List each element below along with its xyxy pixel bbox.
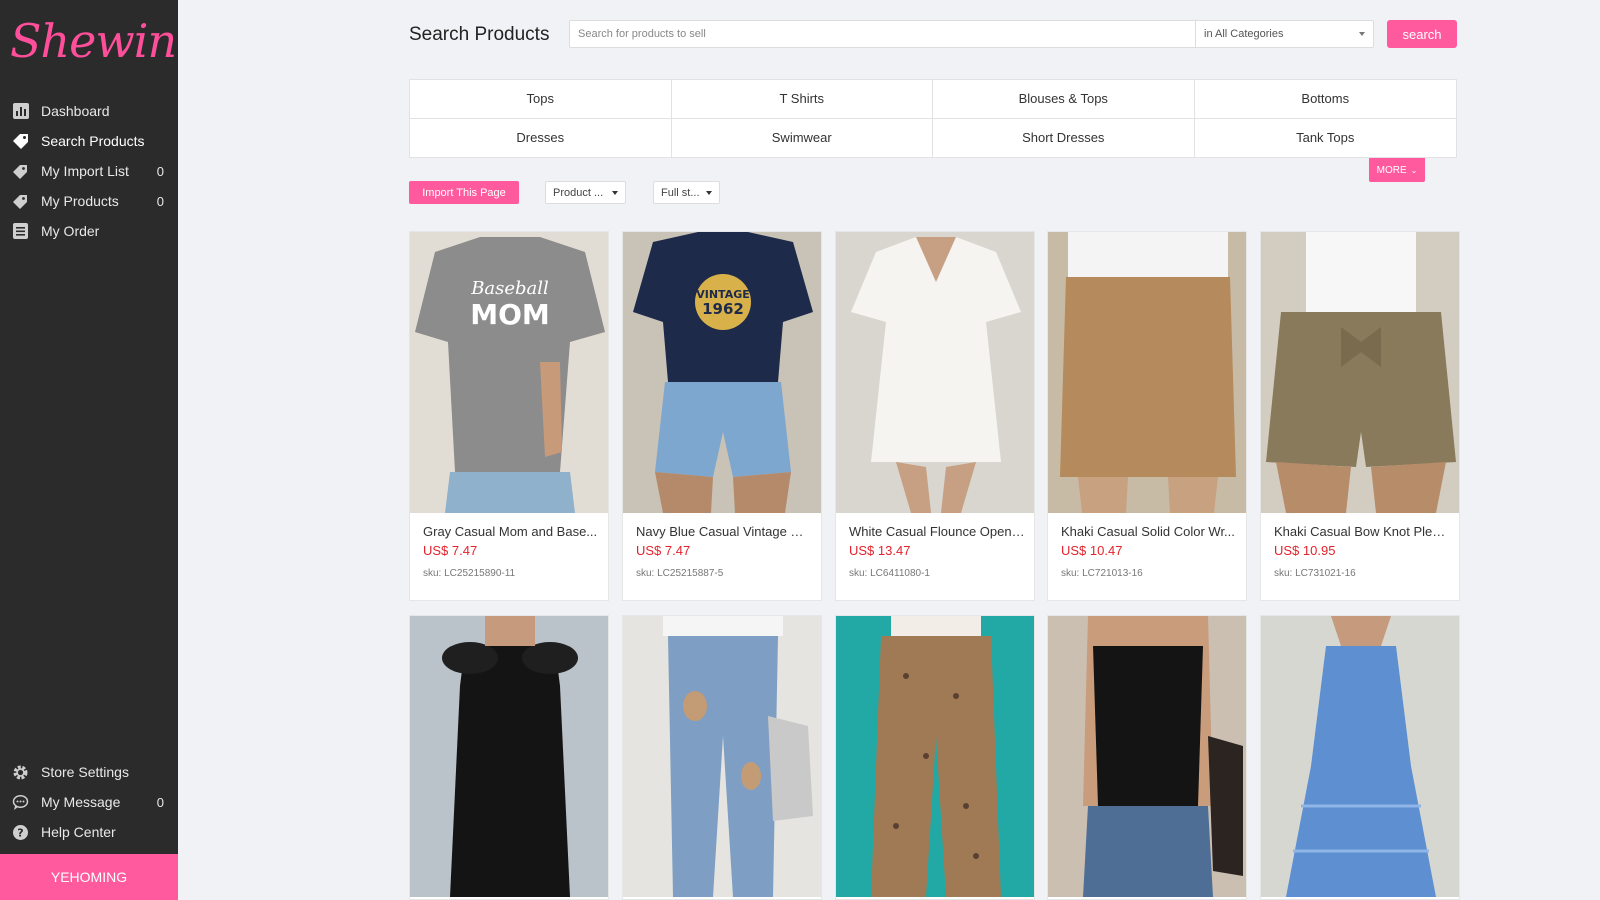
product-card[interactable] [1260, 615, 1460, 900]
category-select[interactable]: in All Categories [1195, 21, 1373, 47]
product-card[interactable] [409, 615, 609, 900]
bar-chart-icon [12, 103, 29, 120]
sidebar-item-my-import-list[interactable]: My Import List 0 [0, 156, 178, 186]
category-swimwear[interactable]: Swimwear [672, 118, 933, 157]
sidebar-item-label: My Order [41, 223, 100, 239]
products-count-badge: 0 [156, 193, 164, 209]
message-count-badge: 0 [156, 794, 164, 810]
sidebar-item-my-products[interactable]: My Products 0 [0, 186, 178, 216]
product-image[interactable] [1048, 232, 1246, 513]
tag-icon [12, 133, 29, 150]
svg-text:Baseball: Baseball [470, 278, 549, 299]
chevron-down-icon [1359, 32, 1365, 36]
category-dresses[interactable]: Dresses [410, 118, 672, 157]
page-title: Search Products [409, 24, 550, 45]
product-price: US$ 7.47 [636, 543, 691, 558]
product-image[interactable] [623, 616, 821, 897]
sidebar-item-label: Search Products [41, 133, 145, 149]
product-sku: sku: LC6411080-1 [849, 568, 930, 579]
search-input[interactable] [570, 21, 1195, 47]
sidebar-item-help-center[interactable]: ? Help Center [0, 817, 178, 847]
svg-text:?: ? [17, 826, 23, 839]
product-price: US$ 13.47 [849, 543, 911, 558]
product-card[interactable] [835, 615, 1035, 900]
product-image[interactable]: VINTAGE 1962 [623, 232, 821, 513]
chevron-down-icon [706, 190, 712, 195]
sidebar-nav: Dashboard Search Products My Import List… [0, 96, 178, 246]
product-sku: sku: LC25215890-11 [423, 568, 516, 579]
svg-text:1962: 1962 [702, 300, 744, 318]
sidebar-item-label: Store Settings [41, 764, 129, 780]
import-count-badge: 0 [156, 163, 164, 179]
sidebar-item-search-products[interactable]: Search Products [0, 126, 178, 156]
stock-select[interactable]: Full st... [653, 181, 720, 204]
category-bottoms[interactable]: Bottoms [1194, 80, 1456, 119]
category-tank-tops[interactable]: Tank Tops [1195, 119, 1457, 158]
product-image[interactable] [836, 232, 1034, 513]
sort-select-value: Product ... [553, 186, 604, 199]
sidebar-item-label: My Import List [41, 163, 129, 179]
product-name[interactable]: Khaki Casual Solid Color Wr... [1061, 524, 1237, 539]
user-account-bar[interactable]: YEHOMING [0, 854, 178, 900]
category-short-dresses[interactable]: Short Dresses [933, 118, 1195, 157]
product-image[interactable] [836, 616, 1034, 897]
product-price: US$ 7.47 [423, 543, 478, 558]
sidebar-item-my-message[interactable]: My Message 0 [0, 787, 178, 817]
sidebar-item-my-order[interactable]: My Order [0, 216, 178, 246]
svg-text:MOM: MOM [470, 298, 550, 331]
more-label: MORE [1376, 164, 1407, 176]
product-card[interactable] [1047, 615, 1247, 900]
chevron-down-icon [612, 190, 618, 195]
product-card[interactable] [622, 615, 822, 900]
product-sku: sku: LC731021-16 [1274, 568, 1356, 579]
chevron-down-icon: ⌄ [1410, 165, 1418, 175]
product-image[interactable]: Baseball MOM [410, 232, 608, 513]
more-categories-button[interactable]: MORE ⌄ [1369, 158, 1425, 182]
sidebar-bottom-nav: Store Settings My Message 0 ? Help Cente… [0, 757, 178, 847]
sort-select[interactable]: Product ... [545, 181, 626, 204]
product-card[interactable]: Baseball MOM Gray Casual Mom and Base...… [409, 231, 609, 601]
product-name[interactable]: Gray Casual Mom and Base... [423, 524, 599, 539]
sidebar: Shewin Dashboard Search Products My Impo… [0, 0, 178, 900]
category-blouses-tops[interactable]: Blouses & Tops [933, 80, 1195, 119]
product-image[interactable] [410, 616, 608, 897]
list-icon [12, 223, 29, 240]
product-image[interactable] [1261, 232, 1459, 513]
product-card[interactable]: White Casual Flounce Open ... US$ 13.47 … [835, 231, 1035, 601]
product-sku: sku: LC721013-16 [1061, 568, 1143, 579]
search-button[interactable]: search [1387, 20, 1457, 48]
category-grid: Tops T Shirts Blouses & Tops Bottoms Dre… [409, 79, 1457, 158]
product-sku: sku: LC25215887-5 [636, 568, 724, 579]
product-name[interactable]: Khaki Casual Bow Knot Pleat... [1274, 524, 1450, 539]
product-price: US$ 10.95 [1274, 543, 1336, 558]
product-name[interactable]: White Casual Flounce Open ... [849, 524, 1025, 539]
sidebar-item-store-settings[interactable]: Store Settings [0, 757, 178, 787]
product-name[interactable]: Navy Blue Casual Vintage Sl... [636, 524, 812, 539]
product-card[interactable]: Khaki Casual Solid Color Wr... US$ 10.47… [1047, 231, 1247, 601]
sidebar-item-label: My Products [41, 193, 119, 209]
sidebar-item-dashboard[interactable]: Dashboard [0, 96, 178, 126]
product-card[interactable]: VINTAGE 1962 Navy Blue Casual Vintage Sl… [622, 231, 822, 601]
help-icon: ? [12, 824, 29, 841]
product-card[interactable]: Khaki Casual Bow Knot Pleat... US$ 10.95… [1260, 231, 1460, 601]
import-page-button[interactable]: Import This Page [409, 181, 519, 204]
category-tops[interactable]: Tops [410, 80, 672, 119]
sidebar-item-label: Dashboard [41, 103, 110, 119]
category-select-value: in All Categories [1204, 28, 1284, 40]
sidebar-item-label: My Message [41, 794, 121, 810]
tags-icon [12, 193, 29, 210]
sidebar-item-label: Help Center [41, 824, 116, 840]
tags-icon [12, 163, 29, 180]
stock-select-value: Full st... [661, 186, 700, 199]
chat-icon [12, 794, 29, 811]
category-t-shirts[interactable]: T Shirts [671, 80, 933, 119]
product-image[interactable] [1261, 616, 1459, 897]
product-image[interactable] [1048, 616, 1246, 897]
gear-icon [12, 764, 29, 781]
shewin-logo[interactable]: Shewin [10, 14, 177, 68]
product-price: US$ 10.47 [1061, 543, 1123, 558]
search-box: in All Categories [569, 20, 1374, 48]
